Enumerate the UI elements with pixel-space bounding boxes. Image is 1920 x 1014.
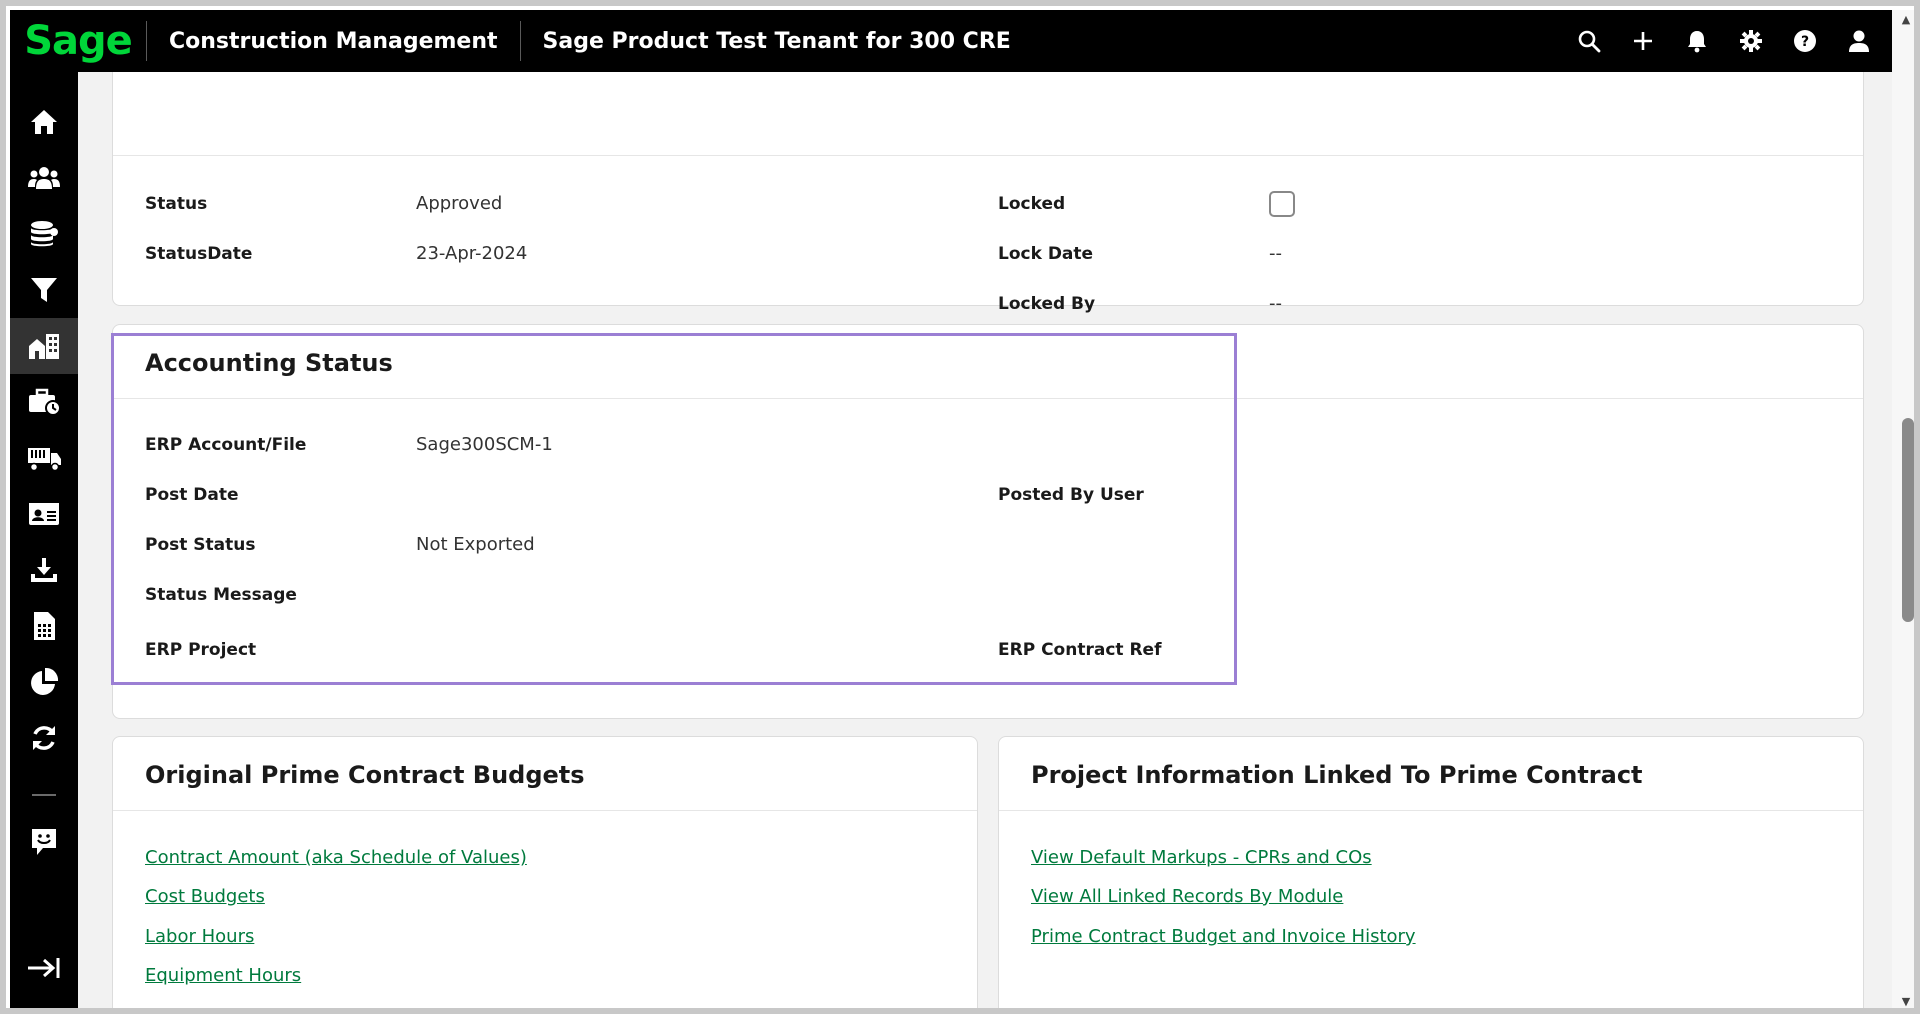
scroll-up-arrow[interactable]: ▲ — [1899, 14, 1913, 26]
bell-icon[interactable] — [1684, 28, 1710, 54]
top-bar: Sage Construction Management Sage Produc… — [10, 10, 1892, 72]
sidebar-item-briefcase[interactable] — [10, 374, 78, 430]
sidebar-item-pie-chart[interactable] — [10, 654, 78, 710]
id-card-icon — [29, 503, 59, 525]
calculator-icon — [34, 612, 55, 640]
status-card: Status Approved StatusDate 23-Apr-2024 L… — [112, 72, 1864, 314]
user-icon[interactable] — [1846, 28, 1872, 54]
status-value: Approved — [416, 193, 503, 214]
status-date-label: StatusDate — [145, 244, 253, 264]
sidebar-item-home[interactable] — [10, 94, 78, 150]
equipment-hours-link[interactable]: Equipment Hours — [145, 965, 301, 986]
card-divider — [113, 155, 1863, 156]
search-icon[interactable] — [1576, 28, 1602, 54]
highlight-box — [111, 333, 1237, 685]
buildings-icon — [29, 334, 59, 359]
tenant-name[interactable]: Sage Product Test Tenant for 300 CRE — [521, 29, 1033, 54]
top-actions: ? — [1576, 10, 1872, 72]
lock-date-label: Lock Date — [998, 244, 1094, 264]
sync-icon — [33, 726, 55, 750]
app-window: Sage Construction Management Sage Produc… — [0, 0, 1920, 1014]
contract-amount-link[interactable]: Contract Amount (aka Schedule of Values) — [145, 847, 527, 868]
locked-by-label: Locked By — [998, 294, 1096, 314]
status-date-value: 23-Apr-2024 — [416, 243, 528, 264]
budgets-title: Original Prime Contract Budgets — [145, 761, 585, 789]
default-markups-link[interactable]: View Default Markups - CPRs and COs — [1031, 847, 1372, 868]
pie-chart-icon — [31, 667, 59, 695]
sidebar-item-calculator[interactable] — [10, 598, 78, 654]
project-info-title: Project Information Linked To Prime Cont… — [1031, 761, 1643, 789]
sage-logo[interactable]: Sage — [10, 10, 146, 72]
gear-icon[interactable] — [1738, 28, 1764, 54]
sidebar-item-filter[interactable] — [10, 262, 78, 318]
sidebar-item-sync[interactable] — [10, 710, 78, 766]
sidebar-item-people[interactable] — [10, 150, 78, 206]
sidebar-item-buildings[interactable] — [10, 318, 78, 374]
budget-invoice-history-link[interactable]: Prime Contract Budget and Invoice Histor… — [1031, 926, 1416, 947]
status-label: Status — [145, 194, 208, 214]
filter-icon — [31, 278, 57, 302]
database-icon — [31, 221, 58, 247]
linked-records-link[interactable]: View All Linked Records By Module — [1031, 886, 1343, 907]
sidebar-item-database[interactable] — [10, 206, 78, 262]
help-icon[interactable]: ? — [1792, 28, 1818, 54]
sidebar-item-id-card[interactable] — [10, 486, 78, 542]
plus-icon[interactable] — [1630, 28, 1656, 54]
card-header: Original Prime Contract Budgets — [113, 737, 977, 811]
project-info-card: Project Information Linked To Prime Cont… — [998, 736, 1864, 1008]
prime-contract-budgets-card: Original Prime Contract Budgets Contract… — [112, 736, 978, 1008]
cost-budgets-link[interactable]: Cost Budgets — [145, 886, 265, 907]
product-title[interactable]: Construction Management — [147, 29, 520, 54]
card-header: Project Information Linked To Prime Cont… — [999, 737, 1863, 811]
truck-icon — [28, 448, 61, 472]
scroll-down-arrow[interactable]: ▼ — [1899, 996, 1913, 1008]
home-icon — [31, 110, 57, 134]
sidebar-item-truck[interactable] — [10, 430, 78, 486]
locked-label: Locked — [998, 194, 1066, 214]
locked-checkbox[interactable] — [1269, 191, 1295, 217]
locked-by-value: -- — [1269, 293, 1282, 314]
main-content: Status Approved StatusDate 23-Apr-2024 L… — [78, 72, 1898, 1008]
sidebar — [10, 72, 78, 1008]
sidebar-divider — [32, 794, 56, 796]
scrollbar-thumb[interactable] — [1902, 418, 1914, 622]
chat-icon — [32, 829, 56, 855]
download-icon — [31, 558, 57, 582]
expand-sidebar-icon — [28, 958, 60, 978]
people-icon — [28, 167, 60, 189]
labor-hours-link[interactable]: Labor Hours — [145, 926, 254, 947]
briefcase-clock-icon — [29, 388, 61, 416]
sidebar-item-download[interactable] — [10, 542, 78, 598]
svg-text:?: ? — [1801, 34, 1809, 50]
lock-date-value: -- — [1269, 243, 1282, 264]
sidebar-item-chat[interactable] — [10, 814, 78, 870]
sidebar-item-expand[interactable] — [10, 940, 78, 996]
